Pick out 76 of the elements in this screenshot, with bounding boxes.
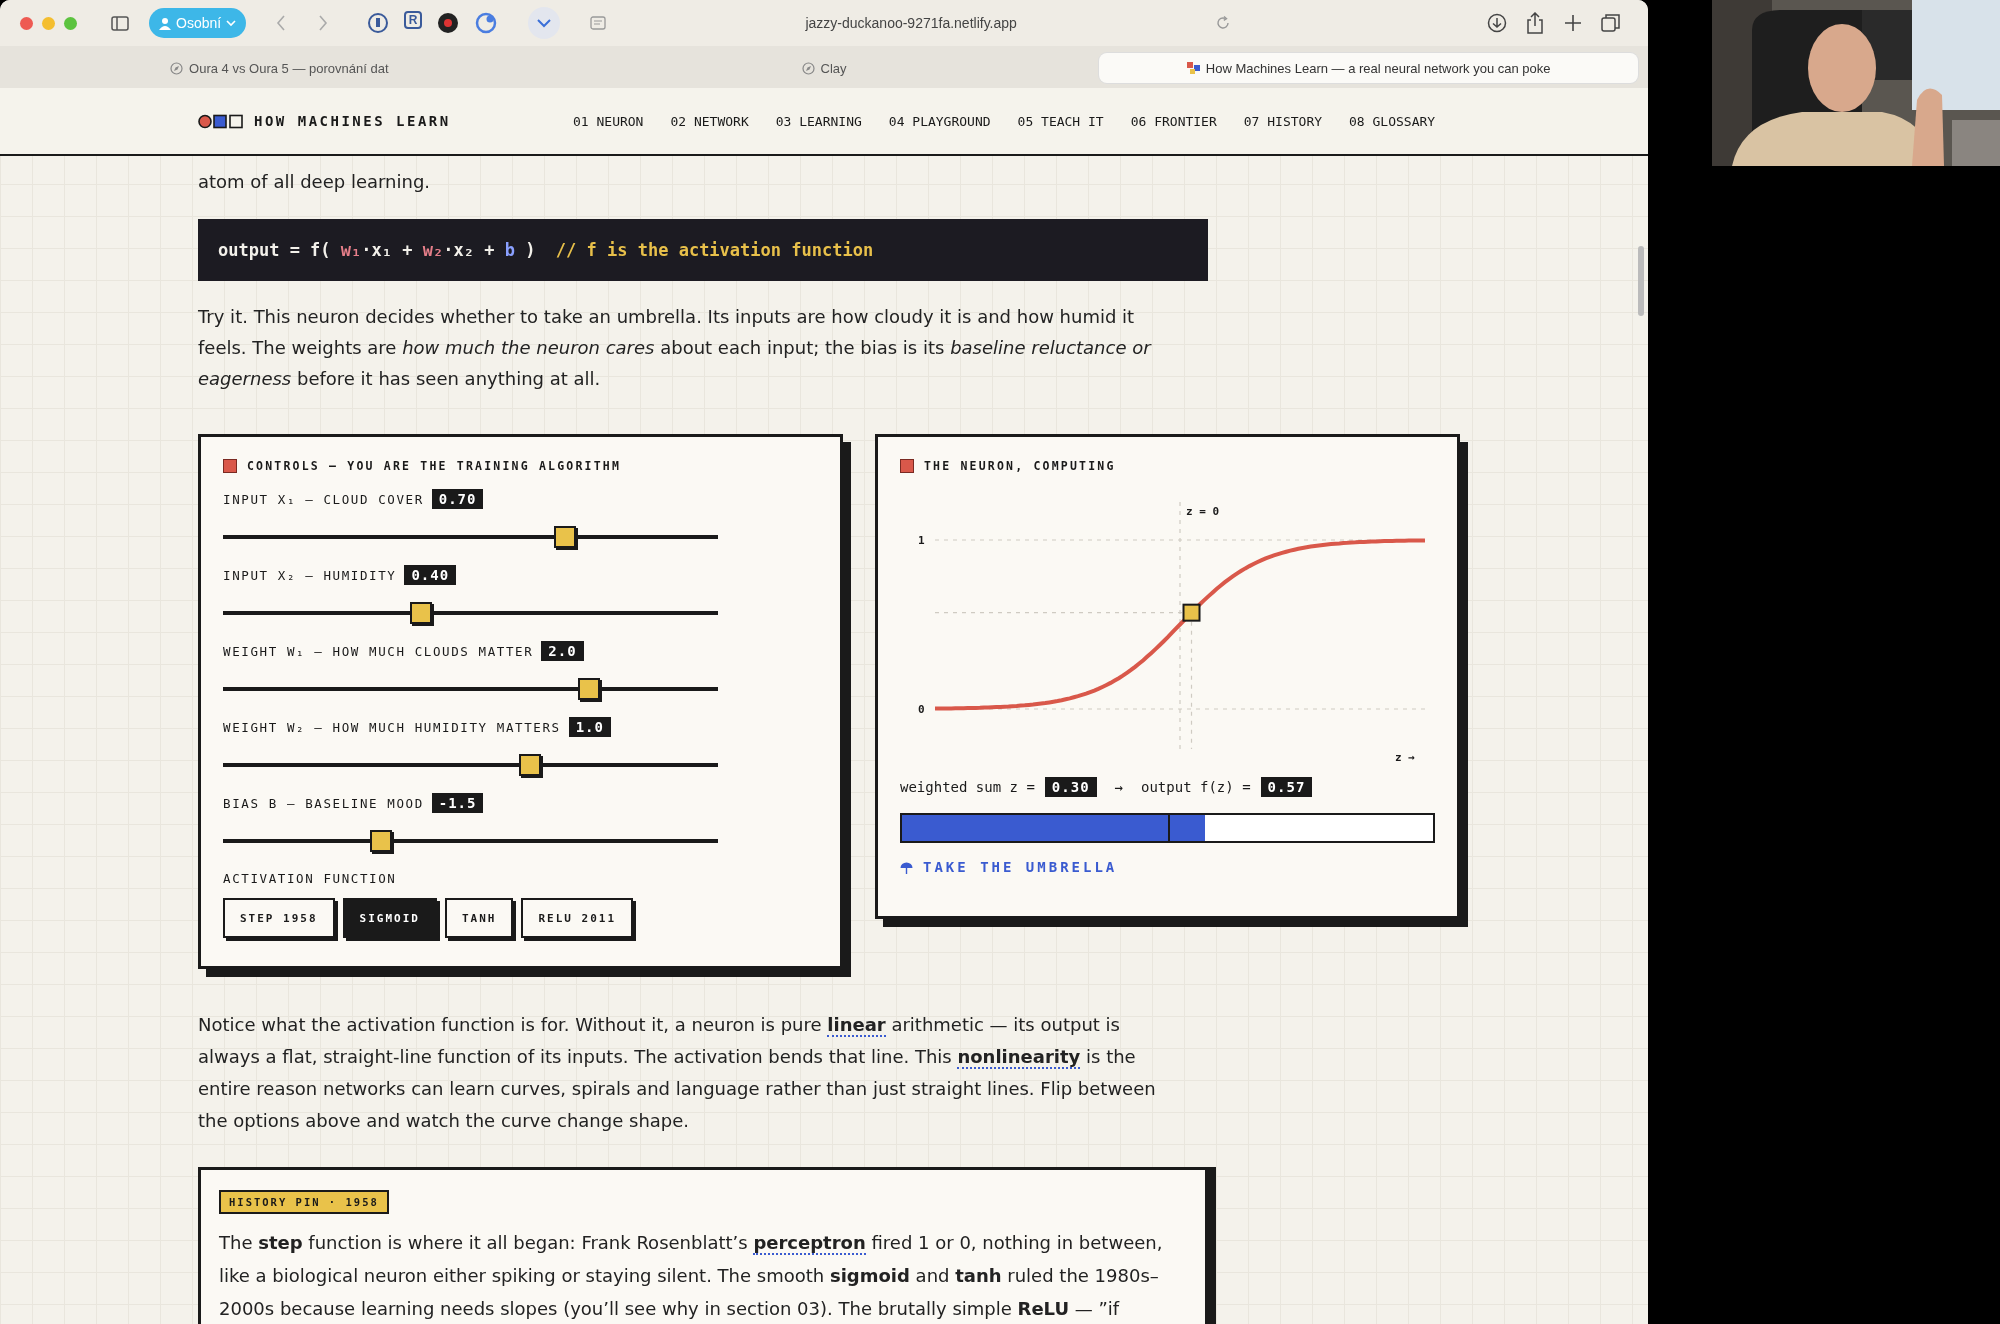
- axis-tick-label: 0: [918, 703, 925, 716]
- favicon-icon: [1186, 61, 1200, 75]
- browser-tab[interactable]: Clay: [554, 53, 1094, 83]
- glossary-link[interactable]: perceptron: [753, 1232, 866, 1255]
- slider-label: INPUT X₂ — HUMIDITY: [223, 567, 397, 583]
- verdict-text: TAKE THE UMBRELLA: [923, 859, 1118, 875]
- annotation-label: z = 0: [1186, 505, 1220, 518]
- browser-tab[interactable]: Oura 4 vs Oura 5 — porovnání dat: [10, 53, 549, 83]
- extension-icon[interactable]: [366, 11, 391, 35]
- glossary-link[interactable]: linear: [827, 1014, 886, 1037]
- readout-label: weighted sum z =: [900, 779, 1035, 795]
- slider-label: WEIGHT W₁ — HOW MUCH CLOUDS MATTER: [223, 643, 534, 659]
- value-readout: 1.0: [568, 717, 611, 737]
- panel-title: THE NEURON, COMPUTING: [924, 459, 1116, 473]
- slider-track[interactable]: [223, 677, 718, 701]
- value-readout: 0.40: [404, 565, 457, 585]
- paragraph: Notice what the activation function is for. Without it, a neuron is pure linear arithmetic — its output is always a flat, straight-line function of its inputs. The activation bends that line. This nonlinearity is the entire reason networks can learn curves, spirals and language rather than just straight lines. Flip between the options above and watch the curve change shape.: [198, 1013, 1157, 1133]
- activation-button[interactable]: SIGMOID: [342, 898, 437, 938]
- compass-icon: [170, 61, 184, 75]
- slider-thumb[interactable]: [370, 830, 393, 852]
- nav-link[interactable]: 08 GLOSSARY: [1349, 113, 1436, 129]
- paragraph: atom of all deep learning.: [198, 170, 432, 194]
- paragraph: Try it. This neuron decides whether to take an umbrella. Its inputs are how cloudy it is and how humid it feels. The weights are how much the neuron cares about each input; the bias is its baseline reluctance or eagerness before it has seen anything at all.: [198, 305, 1153, 391]
- activation-button[interactable]: TANH: [444, 898, 514, 938]
- extension-icon[interactable]: [436, 11, 461, 35]
- slider-track[interactable]: [223, 753, 718, 777]
- slider-thumb[interactable]: [578, 678, 601, 700]
- code-block: output = f( w₁·x₁ + w₂·x₂ + b ) // f is the activation function: [198, 219, 1208, 281]
- history-badge: HISTORY PIN · 1958: [219, 1190, 389, 1214]
- value-readout: 0.30: [1044, 777, 1097, 797]
- square-icon: [900, 459, 914, 473]
- chevron-right-icon: [318, 15, 329, 31]
- value-readout: 2.0: [541, 641, 584, 661]
- square-icon: [223, 459, 237, 473]
- slider-thumb[interactable]: [518, 754, 541, 776]
- slider-label: WEIGHT W₂ — HOW MUCH HUMIDITY MATTERS: [223, 719, 561, 735]
- site-logo[interactable]: HOW MACHINES LEARN: [254, 113, 451, 129]
- slider-track[interactable]: [223, 829, 718, 853]
- sidebar-icon: [111, 15, 129, 31]
- close-window-button[interactable]: [20, 16, 33, 30]
- compass-icon: [801, 61, 815, 75]
- section-label: ACTIVATION FUNCTION: [223, 871, 398, 886]
- glossary-link[interactable]: nonlinearity: [957, 1046, 1081, 1069]
- readout-label: output f(z) =: [1141, 779, 1251, 795]
- activation-button[interactable]: RELU 2011: [521, 898, 634, 938]
- browser-tab[interactable]: How Machines Learn — a real neural network you can poke: [1099, 53, 1638, 83]
- value-readout: -1.5: [431, 793, 484, 813]
- chevron-down-icon[interactable]: [528, 7, 561, 39]
- chevron-down-icon: [226, 19, 237, 27]
- logo-icon: [198, 113, 244, 129]
- slider-thumb[interactable]: [553, 526, 576, 548]
- nav-link[interactable]: 04 PLAYGROUND: [888, 113, 991, 129]
- paragraph: The step function is where it all began: Frank Rosenblatt’s perceptron fired 1 or 0, nothing in between, like a biological neuron either spiking or staying silent. The smooth sigmoid and tanh ruled the 1980s–2000s because learning needs slopes (you’ll see why in section 03). The brutally simple ReLU — ”if: [219, 1231, 1164, 1321]
- nav-link[interactable]: 01 NEURON: [573, 113, 644, 129]
- slider-thumb[interactable]: [410, 602, 432, 624]
- axis-tick-label: 1: [918, 534, 925, 547]
- chevron-left-icon: [276, 15, 287, 31]
- value-readout: 0.70: [431, 489, 484, 509]
- nav-link[interactable]: 06 FRONTIER: [1130, 113, 1217, 129]
- panel-title: CONTROLS — YOU ARE THE TRAINING ALGORITHM: [247, 459, 622, 473]
- slider-track[interactable]: [223, 525, 718, 549]
- arrow-icon: →: [1114, 779, 1123, 795]
- slider-track[interactable]: [223, 601, 718, 625]
- nav-link[interactable]: 05 TEACH IT: [1017, 113, 1104, 129]
- scrollbar-thumb[interactable]: [1638, 246, 1644, 316]
- value-readout: 0.57: [1260, 777, 1313, 797]
- activation-button[interactable]: STEP 1958: [223, 898, 335, 938]
- slider-label: BIAS B — BASELINE MOOD: [223, 795, 424, 811]
- person-icon: [159, 16, 171, 30]
- umbrella-icon: [900, 860, 913, 874]
- nav-link[interactable]: 03 LEARNING: [775, 113, 862, 129]
- nav-link[interactable]: 02 NETWORK: [670, 113, 749, 129]
- extension-button[interactable]: R: [404, 11, 423, 29]
- axis-label: z →: [1395, 751, 1415, 764]
- nav-link[interactable]: 07 HISTORY: [1243, 113, 1323, 129]
- slider-label: INPUT X₁ — CLOUD COVER: [223, 491, 424, 507]
